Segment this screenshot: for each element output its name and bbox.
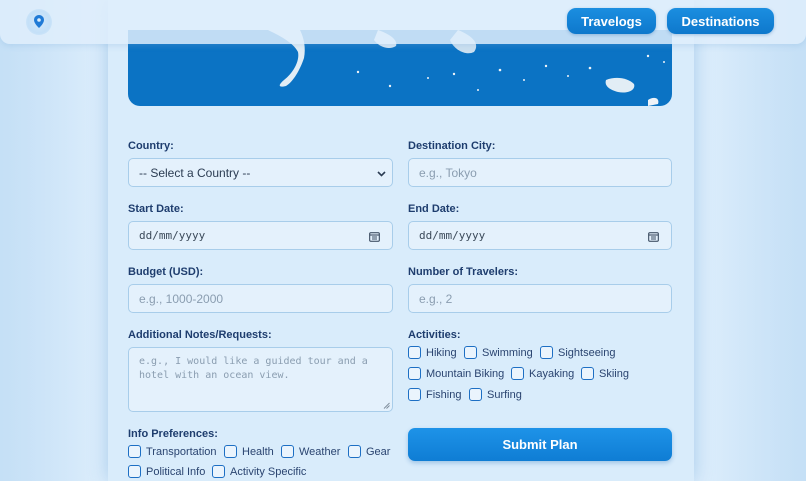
calendar-icon[interactable] xyxy=(648,231,659,242)
notes-label: Additional Notes/Requests: xyxy=(128,329,272,341)
activity-option-label: Kayaking xyxy=(529,367,575,380)
activity-option-label: Sightseeing xyxy=(558,346,616,359)
checkbox-box[interactable] xyxy=(464,346,477,359)
travelers-input[interactable]: e.g., 2 xyxy=(408,284,672,313)
start-date-input[interactable]: dd/mm/yyyy xyxy=(128,221,393,250)
info-checkbox-transportation[interactable]: Transportation xyxy=(128,445,217,458)
destination-city-input[interactable]: e.g., Tokyo xyxy=(408,158,672,187)
end-date-input[interactable]: dd/mm/yyyy xyxy=(408,221,672,250)
info-option-label: Gear xyxy=(366,445,391,458)
checkbox-box[interactable] xyxy=(511,367,524,380)
activity-checkbox-skiing[interactable]: Skiing xyxy=(581,367,629,380)
checkbox-box[interactable] xyxy=(348,445,361,458)
info-checkbox-gear[interactable]: Gear xyxy=(348,445,390,458)
checkbox-box[interactable] xyxy=(581,367,594,380)
activity-option-label: Surfing xyxy=(487,388,522,401)
info-checkbox-weather[interactable]: Weather xyxy=(281,445,340,458)
activity-option-label: Fishing xyxy=(426,388,462,401)
checkbox-box[interactable] xyxy=(224,445,237,458)
map-pin-icon xyxy=(34,15,44,28)
resize-handle-icon[interactable] xyxy=(383,402,390,409)
travelers-label: Number of Travelers: xyxy=(408,266,519,278)
checkbox-box[interactable] xyxy=(469,388,482,401)
activities-label: Activities: xyxy=(408,329,461,341)
info-option-label: Activity Specific xyxy=(230,465,307,478)
activity-checkbox-fishing[interactable]: Fishing xyxy=(408,388,461,401)
notes-textarea[interactable]: e.g., I would like a guided tour and a h… xyxy=(128,347,393,412)
activity-checkbox-mountain-biking[interactable]: Mountain Biking xyxy=(408,367,504,380)
chevron-down-icon xyxy=(377,171,386,177)
activity-checkbox-swimming[interactable]: Swimming xyxy=(464,346,533,359)
activity-option-label: Mountain Biking xyxy=(426,367,505,380)
activity-option-label: Hiking xyxy=(426,346,457,359)
destinations-nav-button[interactable]: Destinations xyxy=(667,8,774,34)
travelogs-nav-button[interactable]: Travelogs xyxy=(567,8,656,34)
activity-checkbox-sightseeing[interactable]: Sightseeing xyxy=(540,346,616,359)
info-checkbox-activity-specific[interactable]: Activity Specific xyxy=(212,465,306,478)
checkbox-box[interactable] xyxy=(128,465,141,478)
activity-checkbox-hiking[interactable]: Hiking xyxy=(408,346,457,359)
start-date-label: Start Date: xyxy=(128,203,184,215)
checkbox-box[interactable] xyxy=(281,445,294,458)
destination-city-label: Destination City: xyxy=(408,140,496,152)
info-option-label: Transportation xyxy=(146,445,217,458)
country-label: Country: xyxy=(128,140,174,152)
calendar-icon[interactable] xyxy=(369,231,380,242)
info-preferences-label: Info Preferences: xyxy=(128,428,218,440)
activity-option-label: Swimming xyxy=(482,346,533,359)
country-select[interactable]: -- Select a Country -- xyxy=(128,158,393,187)
end-date-label: End Date: xyxy=(408,203,460,215)
notes-placeholder: e.g., I would like a guided tour and a h… xyxy=(139,356,368,381)
country-select-value: -- Select a Country -- xyxy=(139,165,251,180)
info-option-label: Political Info xyxy=(146,465,206,478)
budget-input[interactable]: e.g., 1000-2000 xyxy=(128,284,393,313)
info-checkbox-political-info[interactable]: Political Info xyxy=(128,465,205,478)
info-option-label: Weather xyxy=(299,445,341,458)
activity-checkbox-kayaking[interactable]: Kayaking xyxy=(511,367,574,380)
info-checkbox-health[interactable]: Health xyxy=(224,445,274,458)
checkbox-box[interactable] xyxy=(408,367,421,380)
end-date-value: dd/mm/yyyy xyxy=(419,229,486,242)
submit-plan-button[interactable]: Submit Plan xyxy=(408,428,672,461)
checkbox-box[interactable] xyxy=(540,346,553,359)
activity-option-label: Skiing xyxy=(599,367,629,380)
info-option-label: Health xyxy=(242,445,274,458)
top-navigation-bar: Travelogs Destinations xyxy=(0,0,806,44)
logo-button[interactable] xyxy=(26,9,52,35)
checkbox-box[interactable] xyxy=(408,388,421,401)
checkbox-box[interactable] xyxy=(128,445,141,458)
budget-label: Budget (USD): xyxy=(128,266,204,278)
start-date-value: dd/mm/yyyy xyxy=(139,229,206,242)
checkbox-box[interactable] xyxy=(408,346,421,359)
activity-checkbox-surfing[interactable]: Surfing xyxy=(469,388,522,401)
checkbox-box[interactable] xyxy=(212,465,225,478)
